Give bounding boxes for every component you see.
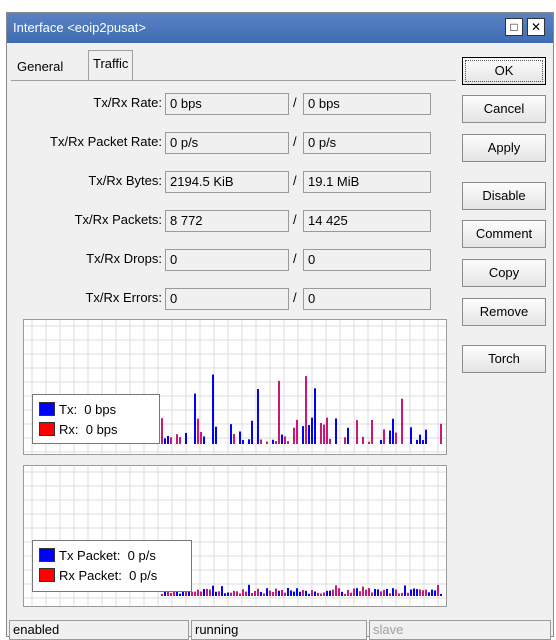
- status-enabled: enabled: [9, 620, 189, 640]
- tab-general[interactable]: General: [13, 55, 67, 79]
- tx-rx-rate-label: Tx/Rx Rate:: [93, 95, 162, 110]
- rx-packet-legend-entry: Rx Packet: 0 p/s: [39, 567, 157, 585]
- tx-rate-field: 0 bps: [165, 93, 289, 115]
- rx-legend-entry: Rx: 0 bps: [39, 421, 118, 439]
- status-running: running: [191, 620, 367, 640]
- rx-packets-field: 14 425: [303, 210, 431, 232]
- interface-window: Interface <eoip2pusat> □ ✕ General Traff…: [6, 12, 554, 640]
- tx-legend-value: 0 bps: [84, 402, 117, 417]
- cancel-button[interactable]: Cancel: [462, 95, 546, 123]
- tx-rx-packet-rate-label: Tx/Rx Packet Rate:: [50, 134, 162, 149]
- separator: /: [293, 134, 297, 149]
- rx-drops-field: 0: [303, 249, 431, 271]
- separator: /: [293, 212, 297, 227]
- separator: /: [293, 251, 297, 266]
- rx-packet-legend-label: Rx Packet:: [59, 568, 122, 583]
- window-title: Interface <eoip2pusat>: [13, 20, 146, 35]
- rx-legend-value: 0 bps: [85, 422, 118, 437]
- packet-graph: Tx Packet: 0 p/s Rx Packet: 0 p/s: [23, 465, 447, 607]
- rx-errors-field: 0: [303, 288, 431, 310]
- apply-button[interactable]: Apply: [462, 134, 546, 162]
- copy-button[interactable]: Copy: [462, 259, 546, 287]
- rate-legend: Tx: 0 bps Rx: 0 bps: [32, 394, 160, 444]
- tx-packets-field: 8 772: [165, 210, 289, 232]
- rx-packet-legend-value: 0 p/s: [129, 568, 158, 583]
- rx-legend-label: Rx:: [59, 422, 79, 437]
- rx-bytes-field: 19.1 MiB: [303, 171, 431, 193]
- separator: /: [293, 173, 297, 188]
- torch-button[interactable]: Torch: [462, 345, 546, 373]
- separator: /: [293, 290, 297, 305]
- remove-button[interactable]: Remove: [462, 298, 546, 326]
- tx-packet-legend-entry: Tx Packet: 0 p/s: [39, 547, 156, 565]
- tx-rx-errors-label: Tx/Rx Errors:: [85, 290, 162, 305]
- tx-packet-legend-value: 0 p/s: [127, 548, 156, 563]
- tx-rx-drops-label: Tx/Rx Drops:: [86, 251, 162, 266]
- rate-graph: Tx: 0 bps Rx: 0 bps: [23, 319, 447, 455]
- tx-rx-bytes-label: Tx/Rx Bytes:: [88, 173, 162, 188]
- tx-packet-rate-field: 0 p/s: [165, 132, 289, 154]
- separator: /: [293, 95, 297, 110]
- disable-button[interactable]: Disable: [462, 182, 546, 210]
- tab-traffic[interactable]: Traffic: [88, 50, 134, 80]
- rx-packet-rate-field: 0 p/s: [303, 132, 431, 154]
- tab-divider: [11, 80, 456, 81]
- tx-packet-swatch: [39, 548, 55, 562]
- rx-packet-swatch: [39, 568, 55, 582]
- ok-button[interactable]: OK: [462, 57, 546, 85]
- title-bar[interactable]: Interface <eoip2pusat> □ ✕: [7, 13, 553, 43]
- rx-rate-field: 0 bps: [303, 93, 431, 115]
- tx-legend-label: Tx:: [59, 402, 78, 417]
- status-slave: slave: [369, 620, 551, 640]
- packet-legend: Tx Packet: 0 p/s Rx Packet: 0 p/s: [32, 540, 192, 592]
- rx-swatch: [39, 422, 55, 436]
- tx-rx-packets-label: Tx/Rx Packets:: [74, 212, 162, 227]
- maximize-icon[interactable]: □: [505, 18, 523, 36]
- tx-errors-field: 0: [165, 288, 289, 310]
- tx-drops-field: 0: [165, 249, 289, 271]
- tx-legend-entry: Tx: 0 bps: [39, 401, 116, 419]
- tx-bytes-field: 2194.5 KiB: [165, 171, 289, 193]
- tx-swatch: [39, 402, 55, 416]
- close-icon[interactable]: ✕: [527, 18, 545, 36]
- comment-button[interactable]: Comment: [462, 220, 546, 248]
- tx-packet-legend-label: Tx Packet:: [59, 548, 121, 563]
